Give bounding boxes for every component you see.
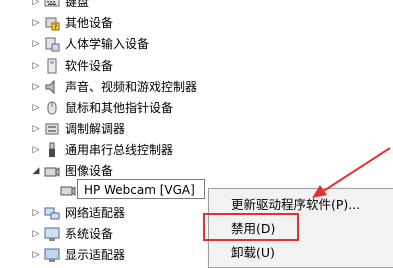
category-label: 网络适配器 [65,206,126,220]
category-label: 图像设备 [65,164,114,178]
expand-chevron-icon[interactable]: ▷ [31,81,41,93]
device-label: HP Webcam [VGA] [84,183,195,197]
camera-icon [44,167,60,177]
category-imaging-devices[interactable]: ◢ 图像设备 [0,161,300,181]
menu-item-label: 卸载(U) [231,245,275,260]
expand-chevron-icon[interactable]: ▷ [31,17,41,29]
modem-icon [45,123,59,135]
category-mouse[interactable]: ▷ 鼠标和其他指针设备 [0,98,300,118]
category-software-devices[interactable]: ▷ 软件设备 [0,56,300,76]
category-label: 鼠标和其他指针设备 [65,101,174,115]
expand-chevron-icon[interactable]: ▷ [31,144,41,156]
expand-chevron-icon[interactable]: ▷ [31,38,41,50]
category-label: 通用串行总线控制器 [65,143,174,157]
network-adapter-icon [44,207,60,220]
category-label: 人体学输入设备 [65,37,150,51]
category-label: 系统设备 [65,227,114,241]
category-usb-controllers[interactable]: ▷ 通用串行总线控制器 [0,140,300,160]
webcam-icon [60,186,76,196]
menu-item-uninstall[interactable]: 卸载(U) [209,242,393,264]
category-hid[interactable]: ▷ 人体学输入设备 [0,34,300,54]
category-label: 显示适配器 [65,248,126,262]
expand-chevron-icon[interactable]: ▷ [31,228,41,240]
mouse-icon [47,101,57,115]
expand-chevron-icon[interactable]: ▷ [31,207,41,219]
usb-icon [49,142,55,157]
menu-item-label: 更新驱动程序软件(P)... [231,197,361,212]
unknown-device-icon: ? [45,17,60,31]
category-modem[interactable]: ▷ 调制解调器 [0,119,300,139]
software-device-icon [47,58,57,74]
highlight-box [203,213,299,241]
expand-chevron-icon[interactable]: ▷ [31,123,41,135]
keyboard-icon [44,0,60,7]
speaker-icon [45,79,55,95]
expand-chevron-icon[interactable]: ▷ [31,102,41,114]
category-other-devices[interactable]: ▷ ? 其他设备 [0,13,300,33]
expand-chevron-icon[interactable]: ▷ [31,0,41,8]
collapse-chevron-icon[interactable]: ◢ [31,165,41,177]
category-label: 声音、视频和游戏控制器 [65,80,198,94]
svg-text:?: ? [54,24,57,31]
category-label: 调制解调器 [65,122,126,136]
system-device-icon [44,227,60,241]
category-sound-video-game[interactable]: ▷ 声音、视频和游戏控制器 [0,77,300,97]
display-adapter-icon [44,248,60,262]
expand-chevron-icon[interactable]: ▷ [31,249,41,261]
category-label: 软件设备 [65,59,114,73]
category-label: 键盘 [65,0,90,9]
category-label: 其他设备 [65,16,114,30]
hid-icon [45,37,60,52]
category-keyboard[interactable]: ▷ 键盘 [0,0,300,12]
expand-chevron-icon[interactable]: ▷ [31,60,41,72]
